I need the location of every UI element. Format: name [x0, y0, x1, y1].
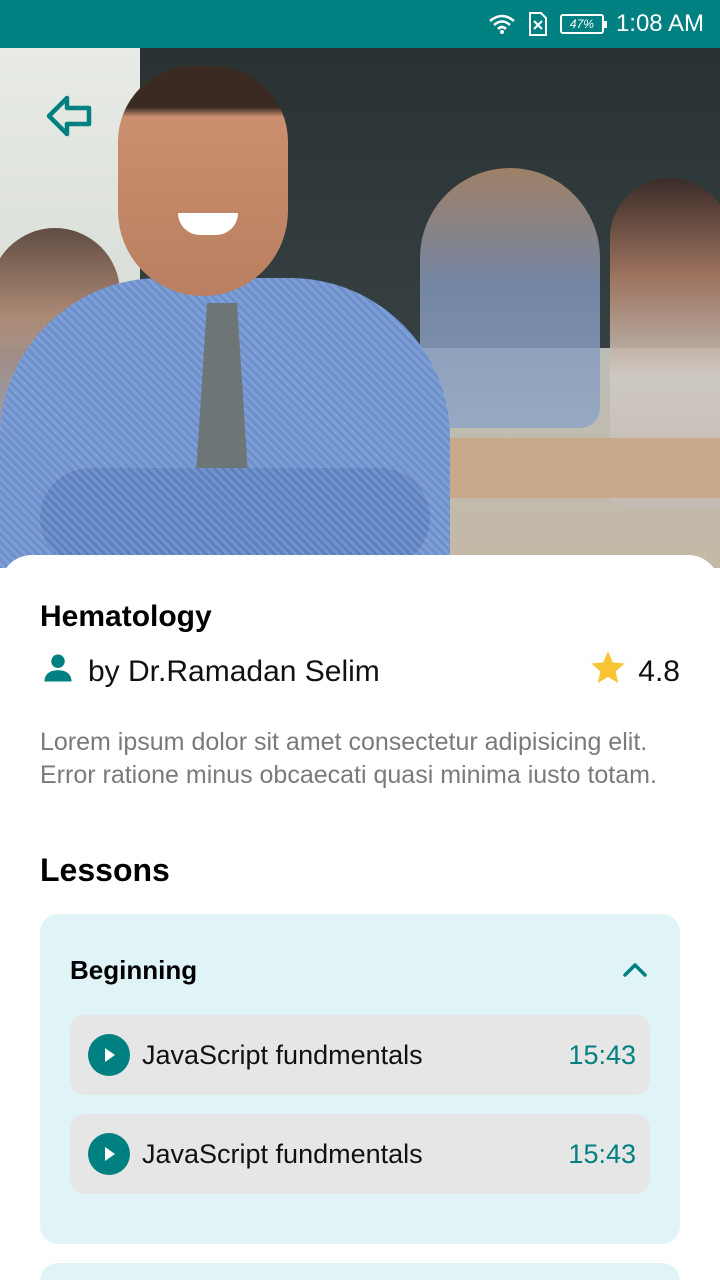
- lesson-item[interactable]: JavaScript fundmentals 15:43: [70, 1015, 650, 1095]
- person-icon: [40, 650, 76, 694]
- battery-icon: 47%: [559, 14, 607, 34]
- lesson-title: JavaScript fundmentals: [142, 1138, 423, 1169]
- course-rating: 4.8: [588, 648, 680, 696]
- lesson-item[interactable]: JavaScript fundmentals 15:43: [70, 1114, 650, 1194]
- sim-error-icon: [528, 11, 548, 37]
- course-author: by Dr.Ramadan Selim: [40, 650, 380, 694]
- play-icon[interactable]: [88, 1034, 130, 1076]
- lesson-section-collapsed[interactable]: [40, 1263, 680, 1280]
- status-bar: 47% 1:08 AM: [0, 0, 720, 48]
- back-arrow-icon: [45, 91, 95, 146]
- course-description: Lorem ipsum dolor sit amet consectetur a…: [40, 728, 657, 789]
- section-header[interactable]: Beginning: [70, 950, 650, 990]
- back-button[interactable]: [44, 92, 96, 144]
- lessons-heading: Lessons: [40, 852, 170, 888]
- hero-image: [0, 48, 720, 568]
- play-icon[interactable]: [88, 1133, 130, 1175]
- star-icon: [588, 648, 628, 696]
- lesson-section: Beginning JavaScript fundmentals 15:43 J…: [40, 914, 680, 1244]
- lesson-duration: 15:43: [568, 1138, 636, 1169]
- chevron-up-icon[interactable]: [620, 955, 650, 985]
- lesson-duration: 15:43: [568, 1039, 636, 1070]
- battery-percent: 47%: [569, 17, 594, 31]
- course-title: Hematology: [40, 600, 212, 633]
- hero-teacher-arms: [40, 468, 430, 568]
- author-row: by Dr.Ramadan Selim 4.8: [40, 650, 680, 694]
- author-name: by Dr.Ramadan Selim: [88, 655, 380, 688]
- section-title: Beginning: [70, 954, 198, 985]
- status-time: 1:08 AM: [615, 10, 704, 37]
- hero-student: [420, 168, 600, 428]
- hero-teacher-head: [118, 66, 288, 296]
- wifi-icon: [488, 13, 516, 35]
- rating-value: 4.8: [638, 655, 680, 688]
- lesson-title: JavaScript fundmentals: [142, 1039, 423, 1070]
